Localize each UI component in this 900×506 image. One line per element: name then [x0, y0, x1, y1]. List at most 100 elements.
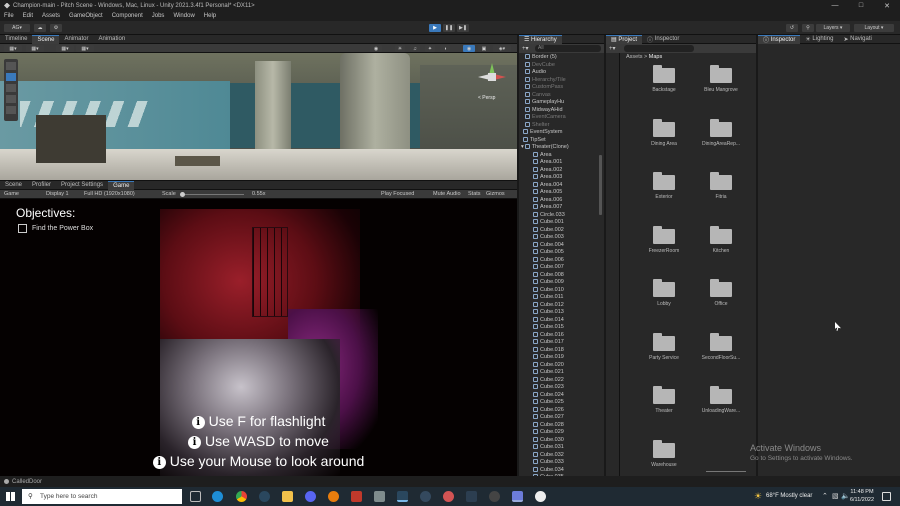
hierarchy-item[interactable]: CustomPass: [519, 84, 599, 92]
folder-label[interactable]: DiningAreaRep...: [691, 141, 751, 147]
folder-label[interactable]: FreezerRoom: [634, 248, 694, 254]
hierarchy-item[interactable]: Cube.014: [519, 316, 599, 325]
hierarchy-item[interactable]: Cube.032: [519, 451, 599, 460]
folder-icon[interactable]: [710, 332, 732, 351]
history-icon[interactable]: ↺: [786, 24, 798, 32]
folder-label[interactable]: SecondFloorSu...: [691, 355, 751, 361]
hierarchy-item[interactable]: EventSystem: [519, 129, 599, 137]
hierarchy-item[interactable]: Cube.016: [519, 331, 599, 340]
steam-icon[interactable]: [259, 491, 270, 502]
gizmos-toggle[interactable]: ◈▾: [493, 45, 511, 52]
hierarchy-item[interactable]: Area.001: [519, 159, 599, 167]
collab-icon[interactable]: ⚙: [50, 24, 62, 32]
weather-icon[interactable]: ☀: [754, 491, 762, 502]
hierarchy-item[interactable]: Area.004: [519, 181, 599, 190]
taskbar-search-box[interactable]: ⚲ Type here to search: [22, 489, 182, 504]
blender-icon[interactable]: [328, 491, 339, 502]
maximize-button[interactable]: □: [848, 0, 874, 11]
scene-view[interactable]: < Persp: [0, 53, 517, 180]
audio-toggle[interactable]: ♫: [410, 45, 420, 52]
folder-icon[interactable]: [653, 65, 675, 83]
folder-icon[interactable]: [653, 172, 675, 190]
menu-jobs[interactable]: Jobs: [152, 13, 165, 19]
hierarchy-item[interactable]: Cube.003: [519, 234, 599, 242]
step-button[interactable]: ▶❚: [457, 24, 469, 32]
folder-label[interactable]: Bleu Mangrove: [691, 87, 751, 93]
windows-start-icon[interactable]: [6, 492, 15, 501]
stats-toggle[interactable]: Stats: [468, 191, 481, 197]
tab-project-settings[interactable]: Project Settings: [56, 181, 108, 190]
camera-icon[interactable]: ▣: [478, 45, 490, 52]
app-icon-red[interactable]: [351, 491, 362, 502]
weather-text[interactable]: 68°F Mostly clear: [766, 493, 812, 499]
folder-label[interactable]: Fitria: [691, 194, 751, 200]
hierarchy-item[interactable]: Cube.031: [519, 444, 599, 452]
hierarchy-item[interactable]: ▾ Theater(Clone): [519, 144, 599, 152]
2d-toggle[interactable]: ◉: [370, 45, 382, 52]
edge-icon[interactable]: [212, 491, 223, 502]
hierarchy-item[interactable]: Canvas: [519, 91, 599, 100]
hierarchy-item[interactable]: Cube.007: [519, 264, 599, 272]
lighting-toggle[interactable]: ☀: [395, 45, 405, 52]
app-icon-highlight[interactable]: [512, 491, 523, 502]
gizmos-game-toggle[interactable]: Gizmos: [486, 191, 505, 197]
layout-dropdown[interactable]: Layout ▾: [854, 24, 894, 32]
hierarchy-item[interactable]: Cube.008: [519, 271, 599, 280]
game-mode-dropdown[interactable]: Game: [4, 191, 19, 197]
hierarchy-item[interactable]: Area.006: [519, 196, 599, 205]
folder-label[interactable]: Party Service: [634, 355, 694, 361]
hierarchy-item[interactable]: Cube.004: [519, 241, 599, 250]
folder-icon[interactable]: [710, 279, 732, 297]
hierarchy-item[interactable]: Area.002: [519, 166, 599, 175]
orientation-gizmo-icon[interactable]: [478, 63, 506, 91]
snap-toggle[interactable]: ▦▾: [76, 45, 94, 52]
menu-window[interactable]: Window: [173, 13, 194, 19]
minimize-button[interactable]: —: [822, 0, 848, 11]
hierarchy-item[interactable]: Cube.019: [519, 354, 599, 362]
hierarchy-item[interactable]: Audio: [519, 69, 599, 77]
folder-icon[interactable]: [710, 118, 732, 137]
hierarchy-item[interactable]: Cube.013: [519, 309, 599, 317]
hierarchy-item[interactable]: Cube.010: [519, 286, 599, 295]
hierarchy-item[interactable]: Cube.027: [519, 414, 599, 422]
folder-label[interactable]: Backstage: [634, 87, 694, 93]
app-icon-shield[interactable]: [374, 491, 385, 502]
folder-label[interactable]: Lobby: [634, 301, 694, 307]
scale-tool-icon[interactable]: [6, 95, 16, 103]
cloud-icon[interactable]: ☁: [34, 24, 46, 32]
breadcrumb-maps[interactable]: Maps: [649, 54, 662, 60]
folder-icon[interactable]: [653, 225, 675, 244]
tab-animator[interactable]: Animator: [59, 35, 93, 44]
tab-navigation[interactable]: ➤ Navigati: [838, 35, 876, 44]
notifications-icon[interactable]: [882, 492, 891, 501]
hierarchy-item[interactable]: Cube.012: [519, 301, 599, 310]
folder-label[interactable]: Kitchen: [691, 248, 751, 254]
tab-game[interactable]: Game: [108, 180, 135, 190]
folder-icon[interactable]: [653, 279, 675, 297]
hierarchy-item[interactable]: Cube.018: [519, 346, 599, 355]
app-icon-game[interactable]: [443, 491, 454, 502]
menu-component[interactable]: Component: [112, 13, 143, 19]
folder-icon[interactable]: [710, 386, 732, 404]
scale-slider-handle[interactable]: [180, 192, 185, 197]
folder-icon[interactable]: [653, 386, 675, 404]
folder-label[interactable]: UnloadingWare...: [691, 408, 751, 414]
hierarchy-item[interactable]: Area.005: [519, 189, 599, 197]
menu-assets[interactable]: Assets: [42, 13, 60, 19]
folder-label[interactable]: Theater: [634, 408, 694, 414]
layers-dropdown[interactable]: Layers ▾: [816, 24, 850, 32]
app-icon-gamepad[interactable]: [466, 491, 477, 502]
tray-chevron-icon[interactable]: ⌃: [822, 492, 828, 500]
close-button[interactable]: ✕: [874, 0, 900, 11]
folder-icon[interactable]: [653, 332, 675, 351]
hierarchy-item[interactable]: Area.003: [519, 174, 599, 182]
account-dropdown[interactable]: AG ▾: [4, 24, 30, 32]
file-explorer-icon[interactable]: [282, 491, 293, 502]
folder-label[interactable]: Warehouse: [634, 462, 694, 468]
effects-toggle[interactable]: ✦: [425, 45, 435, 52]
task-view-icon[interactable]: [190, 491, 201, 502]
hierarchy-item[interactable]: DevCube: [519, 61, 599, 70]
clock-time[interactable]: 11:48 PM: [849, 489, 875, 495]
app-icon-ellipse[interactable]: [420, 491, 431, 502]
hierarchy-item[interactable]: Cube.017: [519, 339, 599, 347]
